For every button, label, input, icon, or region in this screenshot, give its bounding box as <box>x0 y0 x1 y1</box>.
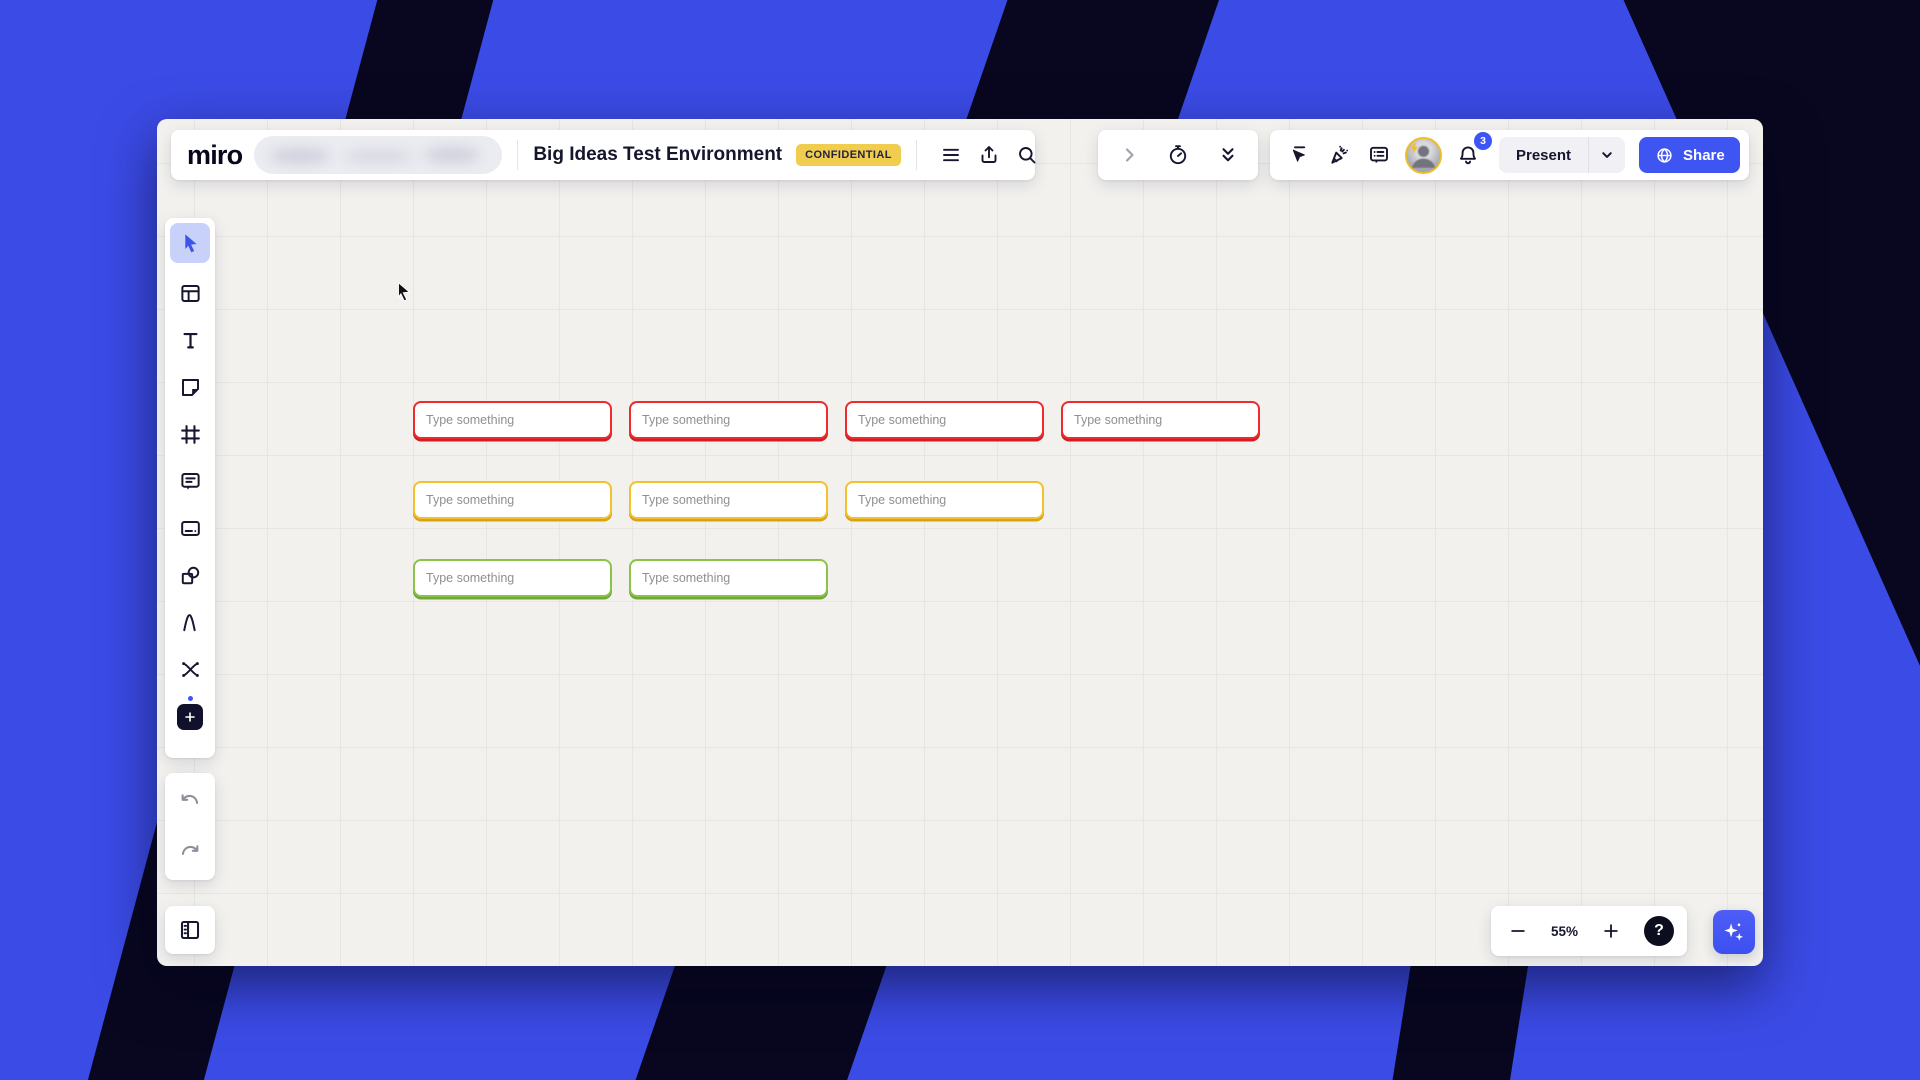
connector-icon <box>181 662 199 677</box>
redo-button[interactable] <box>170 829 210 876</box>
collapse-icon <box>1221 148 1234 162</box>
history-toolbar <box>165 773 215 880</box>
menu-button[interactable] <box>932 136 970 174</box>
share-button[interactable]: Share <box>1639 137 1740 173</box>
tool-comment[interactable] <box>170 458 210 505</box>
plus-icon <box>177 695 203 730</box>
feedback-button[interactable] <box>1360 136 1398 174</box>
timer-button[interactable] <box>1159 136 1197 174</box>
minus-icon <box>1511 930 1525 932</box>
chevron-down-icon <box>1602 152 1612 158</box>
share-label: Share <box>1683 146 1725 164</box>
zoom-controls: 55% ? <box>1491 906 1687 956</box>
tool-select[interactable] <box>170 223 210 263</box>
tool-sticky-note[interactable] <box>170 364 210 411</box>
pen-icon <box>182 614 196 632</box>
input-field-yellow[interactable]: Type something <box>629 481 828 519</box>
shapes-icon <box>181 566 199 585</box>
blur-blob <box>424 147 481 163</box>
comment-icon <box>180 473 200 490</box>
input-field-yellow[interactable]: Type something <box>413 481 612 519</box>
chevron-right-icon <box>1125 148 1134 162</box>
input-field-green[interactable]: Type something <box>413 559 612 597</box>
miro-app-window: Type something Type something Type somet… <box>157 119 1763 966</box>
present-split-button[interactable]: Present <box>1499 137 1626 173</box>
notification-count-badge: 3 <box>1474 132 1492 150</box>
divider <box>517 140 519 170</box>
tool-card[interactable] <box>170 505 210 552</box>
miro-logo[interactable]: miro <box>187 140 243 171</box>
undo-icon <box>181 794 199 804</box>
mouse-cursor <box>398 281 411 302</box>
card-icon <box>180 521 200 536</box>
select-cursor-icon <box>184 233 197 252</box>
session-card <box>1098 130 1258 180</box>
export-button[interactable] <box>970 136 1008 174</box>
board-canvas[interactable]: Type something Type something Type somet… <box>157 119 1763 966</box>
input-field-red[interactable]: Type something <box>629 401 828 439</box>
board-title[interactable]: Big Ideas Test Environment <box>533 144 782 166</box>
collaboration-card: 3 Present Share <box>1270 130 1749 180</box>
input-field-red[interactable]: Type something <box>1061 401 1260 439</box>
reactions-icon <box>1331 145 1349 164</box>
present-button[interactable]: Present <box>1499 147 1588 164</box>
frames-panel-button[interactable] <box>165 906 215 954</box>
zoom-out-button[interactable] <box>1504 912 1532 950</box>
follow-cursor-button[interactable] <box>1280 136 1318 174</box>
search-button[interactable] <box>1008 136 1046 174</box>
redo-icon <box>181 845 199 856</box>
board-switcher-blurred[interactable] <box>254 136 503 174</box>
blur-blob <box>270 148 331 164</box>
follow-cursor-icon <box>1292 146 1306 162</box>
help-button[interactable]: ? <box>1643 916 1674 946</box>
input-field-yellow[interactable]: Type something <box>845 481 1044 519</box>
feedback-icon <box>1370 146 1388 164</box>
timer-icon <box>1169 145 1187 165</box>
tool-templates[interactable] <box>170 270 210 317</box>
templates-icon <box>180 285 200 302</box>
avatar[interactable] <box>1405 136 1442 174</box>
present-options-button[interactable] <box>1589 137 1625 173</box>
text-icon <box>182 332 198 349</box>
lightning-badge-icon <box>1410 141 1418 154</box>
tool-pen[interactable] <box>170 599 210 646</box>
tool-text[interactable] <box>170 317 210 364</box>
tools-toolbar <box>165 218 215 758</box>
expand-panel-button[interactable] <box>1110 136 1148 174</box>
frames-panel-icon <box>180 920 200 940</box>
sparkles-icon <box>1724 923 1744 941</box>
tool-connector[interactable] <box>170 646 210 693</box>
frame-icon <box>180 425 200 444</box>
undo-button[interactable] <box>170 777 210 824</box>
menu-icon <box>942 148 959 162</box>
ai-assistant-button[interactable] <box>1713 910 1755 954</box>
input-field-red[interactable]: Type something <box>413 401 612 439</box>
plus-icon <box>1604 924 1618 938</box>
tool-more-tools[interactable] <box>170 693 210 740</box>
input-field-red[interactable]: Type something <box>845 401 1044 439</box>
tool-shapes[interactable] <box>170 552 210 599</box>
divider <box>915 140 917 170</box>
blur-blob <box>344 150 415 163</box>
zoom-in-button[interactable] <box>1597 912 1625 950</box>
collapse-toolbar-button[interactable] <box>1209 136 1247 174</box>
tool-frame[interactable] <box>170 411 210 458</box>
header-board-card: miro Big Ideas Test Environment CONFIDEN… <box>171 130 1036 180</box>
confidential-badge[interactable]: CONFIDENTIAL <box>796 144 901 166</box>
globe-icon <box>1657 147 1672 163</box>
reactions-button[interactable] <box>1320 136 1358 174</box>
zoom-level[interactable]: 55% <box>1551 924 1578 939</box>
export-icon <box>981 146 997 163</box>
search-icon <box>1018 147 1036 164</box>
notifications-button[interactable]: 3 <box>1449 132 1492 174</box>
input-field-green[interactable]: Type something <box>629 559 828 597</box>
sticky-note-icon <box>181 379 199 396</box>
desktop-background: Type something Type something Type somet… <box>0 0 1920 1080</box>
